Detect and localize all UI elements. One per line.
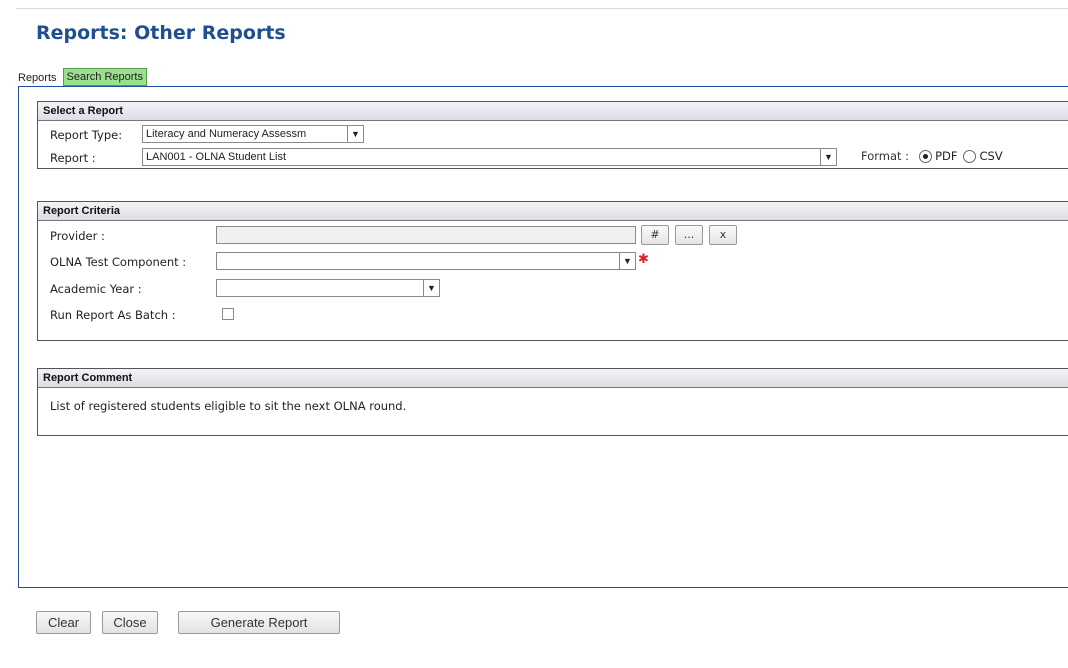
tab-reports[interactable]: Reports <box>18 70 62 86</box>
report-type-select[interactable]: Literacy and Numeracy Assessm ▼ <box>142 125 364 143</box>
component-select[interactable]: ▼ <box>216 252 636 270</box>
format-csv-label: CSV <box>979 149 1003 163</box>
report-select[interactable]: LAN001 - OLNA Student List ▼ <box>142 148 837 166</box>
report-value: LAN001 - OLNA Student List <box>146 151 287 163</box>
batch-label: Run Report As Batch : <box>50 308 176 322</box>
section-heading: Report Comment <box>38 369 1068 388</box>
report-type-label: Report Type: <box>50 128 123 142</box>
section-heading: Report Criteria <box>38 202 1068 221</box>
tab-content-panel: Select a Report Report Type: Literacy an… <box>18 86 1068 588</box>
select-report-section: Select a Report Report Type: Literacy an… <box>37 101 1068 169</box>
asterisk-icon: ✱ <box>638 252 649 267</box>
report-label: Report : <box>50 151 96 165</box>
academic-year-select[interactable]: ▼ <box>216 279 440 297</box>
report-criteria-section: Report Criteria Provider : # ... x OLNA … <box>37 201 1068 341</box>
provider-label: Provider : <box>50 229 105 243</box>
year-label: Academic Year : <box>50 282 142 296</box>
report-type-value: Literacy and Numeracy Assessm <box>146 128 307 140</box>
chevron-down-icon[interactable]: ▼ <box>820 149 836 165</box>
section-heading: Select a Report <box>38 102 1068 121</box>
top-divider <box>16 8 1068 9</box>
clear-button[interactable]: Clear <box>36 611 91 634</box>
format-group: Format : PDF CSV <box>861 149 1003 163</box>
tab-search-reports[interactable]: Search Reports <box>62 68 147 86</box>
generate-report-button[interactable]: Generate Report <box>178 611 340 634</box>
chevron-down-icon[interactable]: ▼ <box>423 280 439 296</box>
report-comment-section: Report Comment List of registered studen… <box>37 368 1068 436</box>
close-button[interactable]: Close <box>102 611 158 634</box>
page-title: Reports: Other Reports <box>36 22 286 44</box>
format-pdf-label: PDF <box>935 149 958 163</box>
chevron-down-icon[interactable]: ▼ <box>619 253 635 269</box>
format-csv-radio[interactable] <box>963 149 977 163</box>
batch-checkbox[interactable] <box>222 308 234 320</box>
format-pdf-radio[interactable] <box>919 149 933 163</box>
provider-code-button[interactable]: # <box>641 225 669 245</box>
component-label: OLNA Test Component : <box>50 255 187 269</box>
chevron-down-icon[interactable]: ▼ <box>347 126 363 142</box>
provider-lookup-button[interactable]: ... <box>675 225 703 245</box>
provider-input[interactable] <box>216 226 636 244</box>
provider-clear-button[interactable]: x <box>709 225 737 245</box>
format-label: Format : <box>861 149 910 163</box>
report-comment-text: List of registered students eligible to … <box>50 399 407 413</box>
tab-bar: Reports Search Reports <box>18 68 147 86</box>
